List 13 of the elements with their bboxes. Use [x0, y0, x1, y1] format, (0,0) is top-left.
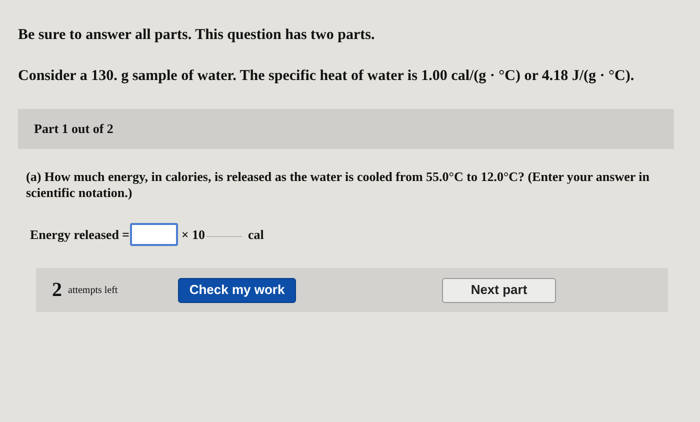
attempts-left-text: attempts left	[68, 284, 119, 298]
part-header-text: Part 1 out of 2	[34, 120, 114, 138]
problem-text: Consider a 130. g sample of water. The specific heat of water is 1.00 cal/(g · °C) or 4.18 J/(g · °C).	[18, 66, 636, 86]
equals-sign: =	[122, 226, 130, 244]
coefficient-field[interactable]	[130, 223, 178, 246]
question-text: (a) How much energy, in calories, is released as the water is cooled from 55.0°C to 12.0°C? (Enter your answer in scientific notation.)	[25, 169, 651, 201]
instructions-text: Be sure to answer all parts. This question has two parts.	[18, 26, 376, 45]
times-ten-text: × 10	[181, 226, 206, 244]
unit-text: cal	[248, 226, 264, 244]
next-part-button[interactable]: Next part	[442, 278, 556, 302]
attempts-count: 2	[52, 278, 62, 303]
answer-label: Energy released	[30, 226, 119, 244]
check-work-button[interactable]: Check my work	[178, 278, 296, 302]
